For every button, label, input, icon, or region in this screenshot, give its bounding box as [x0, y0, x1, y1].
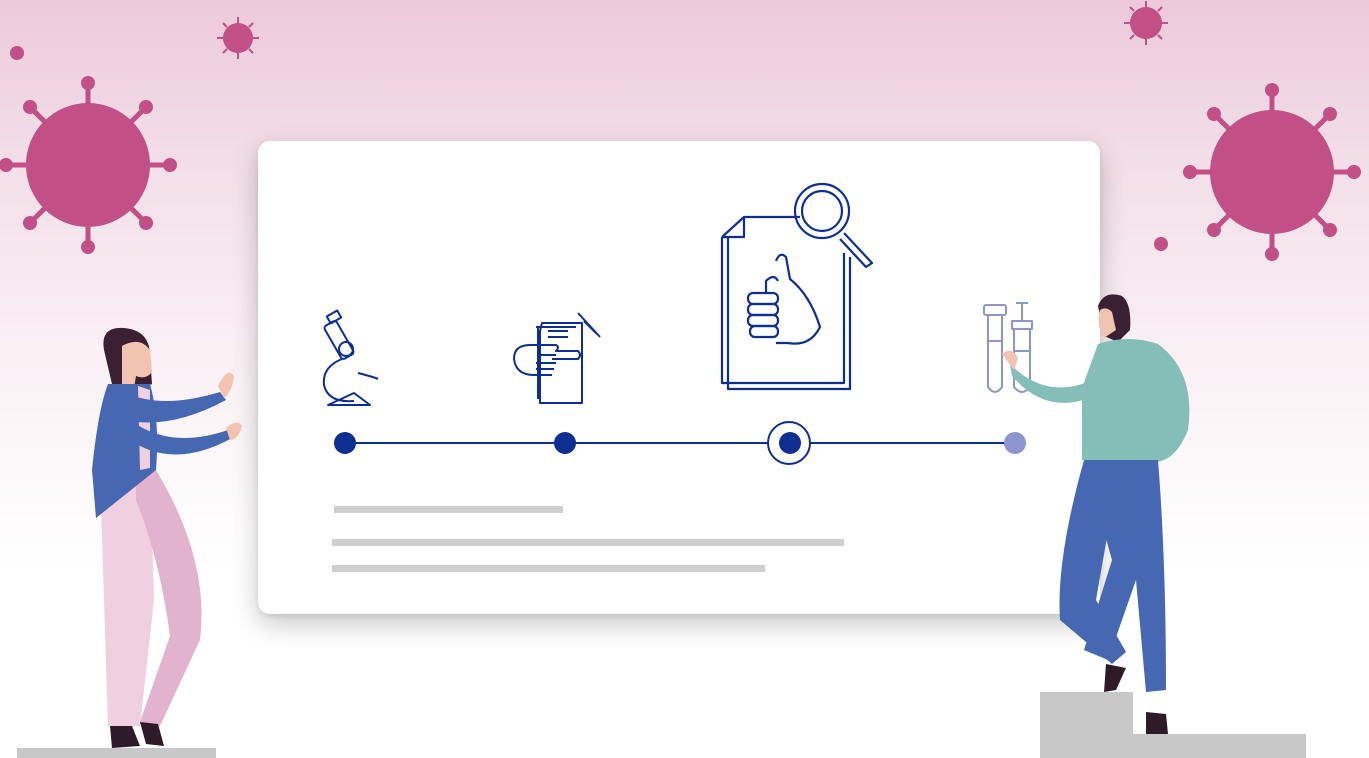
timeline-step-3-marker[interactable] [779, 432, 801, 454]
virus-icon [1183, 83, 1361, 261]
lower-platform [1133, 734, 1306, 758]
step-platform [1040, 692, 1133, 758]
placeholder-text-line [332, 565, 765, 572]
virus-icon [0, 76, 177, 254]
timeline-step-4-marker[interactable] [1004, 432, 1026, 454]
left-platform [17, 748, 216, 758]
test-tubes-icon [983, 302, 1033, 393]
virus-particle [1154, 237, 1168, 251]
virus-particle [10, 46, 24, 60]
placeholder-heading-line [334, 506, 563, 513]
timeline-step-1-marker[interactable] [334, 432, 356, 454]
placeholder-text-line [332, 539, 844, 546]
timeline-card [258, 141, 1100, 614]
virus-icon [1124, 1, 1168, 45]
document-pointing-hand-syringe-icon [513, 312, 601, 404]
thumbs-up-document-magnifier-icon [720, 182, 874, 391]
timeline-step-2-marker[interactable] [554, 432, 576, 454]
microscope-icon [322, 309, 379, 406]
virus-icon [217, 17, 259, 59]
timeline-track [344, 442, 1014, 444]
